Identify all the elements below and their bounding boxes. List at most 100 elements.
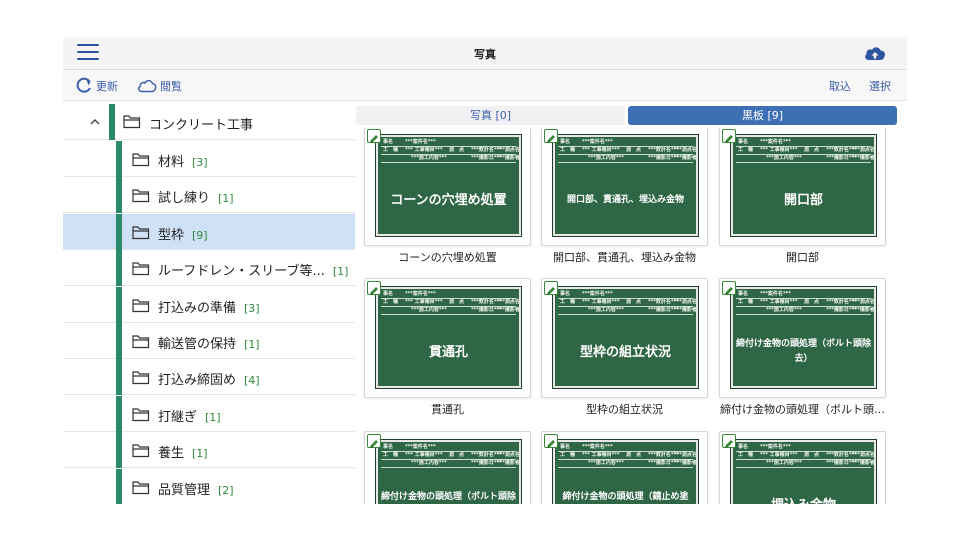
pen-icon[interactable] — [544, 129, 558, 143]
folder-icon — [132, 444, 150, 458]
board-field-value: ***測点名*** — [497, 147, 520, 153]
blackboard-image: 事名 ***案件名*** 工 種 *** 工事種目*** 測 点 ***数計名*** ***… — [376, 287, 521, 388]
board-field-value: ***撮影者*** — [852, 307, 875, 313]
tree-item[interactable]: 輸送管の保持 [1] — [63, 323, 355, 359]
folder-icon — [123, 115, 141, 129]
pen-icon[interactable] — [544, 434, 558, 448]
tree-item[interactable]: 打込みの準備 [3] — [63, 286, 355, 323]
board-field-label: 事名 — [560, 139, 571, 145]
board-field-value: *** 工事種目*** — [760, 452, 798, 458]
pen-icon[interactable] — [367, 129, 381, 143]
tree-item[interactable]: 打込み締固め [4] — [63, 359, 355, 396]
card-frame: 事名 ***案件名*** 工 種 *** 工事種目*** 測 点 ***数計名*** ***… — [364, 278, 531, 398]
browse-button[interactable]: 閲覧 — [137, 77, 182, 94]
tab-blackboards[interactable]: 黒板 [9] — [628, 106, 897, 125]
tree-item-count: [1] — [244, 338, 260, 351]
tree-item[interactable]: 材料 [3] — [63, 141, 355, 177]
board-field-label: 測 点 — [804, 147, 820, 153]
tree-item[interactable]: 打継ぎ [1] — [63, 395, 355, 432]
board-field-label: 工 種 — [560, 147, 576, 153]
pen-icon[interactable] — [367, 434, 381, 448]
board-field-value: ***撮影者*** — [674, 155, 697, 161]
card-frame: 事名 ***案件名*** 工 種 *** 工事種目*** 測 点 ***数計名*** ***… — [719, 278, 886, 398]
board-field-value: ***案件名*** — [582, 139, 613, 145]
tree-root-label: コンクリート工事 — [149, 118, 254, 133]
tree-item-label: 品質管理 [2] — [158, 479, 234, 498]
board-field-label: 事名 — [738, 444, 749, 450]
tree-item[interactable]: 試し練り [1] — [63, 177, 355, 214]
board-title: 型枠の組立状況 — [579, 344, 671, 360]
card-caption: 型枠の組立状況 — [586, 403, 663, 416]
blackboard-image: 事名 ***案件名*** 工 種 *** 工事種目*** 測 点 ***数計名*** ***… — [553, 287, 698, 388]
board-field-value: *** 工事種目*** — [760, 147, 798, 153]
card-frame: 事名 ***案件名*** 工 種 *** 工事種目*** 測 点 ***数計名*** ***… — [541, 431, 708, 504]
board-field-value: ***案件名*** — [405, 291, 436, 297]
card-frame: 事名 ***案件名*** 工 種 *** 工事種目*** 測 点 ***数計名*** ***… — [364, 128, 531, 246]
refresh-button[interactable]: 更新 — [75, 77, 118, 94]
board-field-value: *** 工事種目*** — [405, 299, 443, 305]
board-field-value: ***案件名*** — [582, 291, 613, 297]
board-field-label: 事名 — [383, 139, 394, 145]
board-title: 開口部 — [783, 192, 823, 208]
folder-icon — [132, 262, 150, 276]
import-button[interactable]: 取込 — [829, 77, 851, 94]
tree-item-label: 養生 [1] — [158, 442, 208, 461]
blackboard-image: 事名 ***案件名*** 工 種 *** 工事種目*** 測 点 ***数計名*** ***… — [376, 135, 521, 236]
select-button[interactable]: 選択 — [869, 77, 891, 94]
board-field-value: ***施工内容*** — [588, 307, 624, 313]
tree-accent-bar — [116, 395, 122, 432]
tree-root-concrete[interactable]: コンクリート工事 — [63, 104, 355, 140]
tree-accent-bar — [116, 250, 122, 287]
tree-item[interactable]: 型枠 [9] — [63, 213, 355, 250]
board-field-label: 測 点 — [449, 299, 465, 305]
tree-item-name: 品質管理 — [158, 482, 211, 498]
pen-icon[interactable] — [544, 281, 558, 295]
tree-item-label: 打込みの準備 [3] — [158, 297, 260, 316]
tree-item-count: [1] — [192, 447, 208, 461]
board-field-label: 工 種 — [383, 452, 399, 458]
blackboard-image: 事名 ***案件名*** 工 種 *** 工事種目*** 測 点 ***数計名*** ***… — [731, 287, 876, 388]
card-caption: 開口部、貫通孔、埋込み金物 — [553, 251, 696, 264]
pen-icon[interactable] — [722, 434, 736, 448]
blackboard-grid: 事名 ***案件名*** 工 種 *** 工事種目*** 測 点 ***数計名*** ***… — [356, 128, 907, 504]
folder-icon — [132, 480, 150, 494]
tree-item[interactable]: ルーフドレン・スリーブ等... [1] — [63, 250, 355, 287]
card-caption: コーンの穴埋め処置 — [398, 251, 497, 264]
board-field-value: ***案件名*** — [582, 444, 613, 450]
tree-item-name: 型枠 — [158, 227, 185, 243]
board-field-value: ***測点名*** — [852, 299, 875, 305]
pen-icon[interactable] — [367, 281, 381, 295]
tree-item-name: 試し練り — [158, 191, 211, 207]
board-field-label: 測 点 — [626, 299, 642, 305]
board-title: 貫通孔 — [428, 344, 468, 360]
tree-accent-bar — [116, 468, 122, 504]
tree-item[interactable]: 養生 [1] — [63, 432, 355, 469]
cloud-upload-icon[interactable] — [863, 44, 887, 62]
tree-item-name: ルーフドレン・スリーブ等... — [158, 264, 325, 280]
board-field-value: ***施工内容*** — [411, 460, 447, 466]
tree-item-name: 輸送管の保持 — [158, 337, 237, 352]
board-field-label: 工 種 — [560, 299, 576, 305]
card-frame: 事名 ***案件名*** 工 種 *** 工事種目*** 測 点 ***数計名*** ***… — [541, 128, 708, 246]
pen-icon[interactable] — [722, 281, 736, 295]
tab-photos[interactable]: 写真 [0] — [356, 106, 625, 125]
refresh-label: 更新 — [96, 79, 118, 93]
tree-item-name: 材料 — [158, 155, 185, 170]
board-field-label: 測 点 — [804, 452, 820, 458]
board-field-label: 工 種 — [738, 299, 754, 305]
board-field-value: ***撮影者*** — [852, 155, 875, 161]
board-field-label: 測 点 — [449, 452, 465, 458]
board-title: 埋込み金物 — [735, 480, 872, 505]
board-title: 締付け金物の頭処理（錆止め塗り） — [562, 492, 689, 502]
chevron-up-icon[interactable] — [89, 116, 101, 128]
tree-item-count: [1] — [332, 265, 349, 279]
tree-item-label: 型枠 [9] — [158, 224, 208, 243]
board-field-label: 事名 — [560, 444, 571, 450]
card-frame: 事名 ***案件名*** 工 種 *** 工事種目*** 測 点 ***数計名*** ***… — [719, 128, 886, 246]
tree-item[interactable]: 品質管理 [2] — [63, 468, 355, 504]
card-caption: 締付け金物の頭処理（ボルト頭… — [720, 403, 885, 416]
board-title: 締付け金物の頭処理（ボルト頭除去） — [735, 339, 871, 364]
card-caption: 開口部 — [786, 251, 819, 264]
pen-icon[interactable] — [722, 129, 736, 143]
board-field-value: ***施工内容*** — [766, 307, 802, 313]
